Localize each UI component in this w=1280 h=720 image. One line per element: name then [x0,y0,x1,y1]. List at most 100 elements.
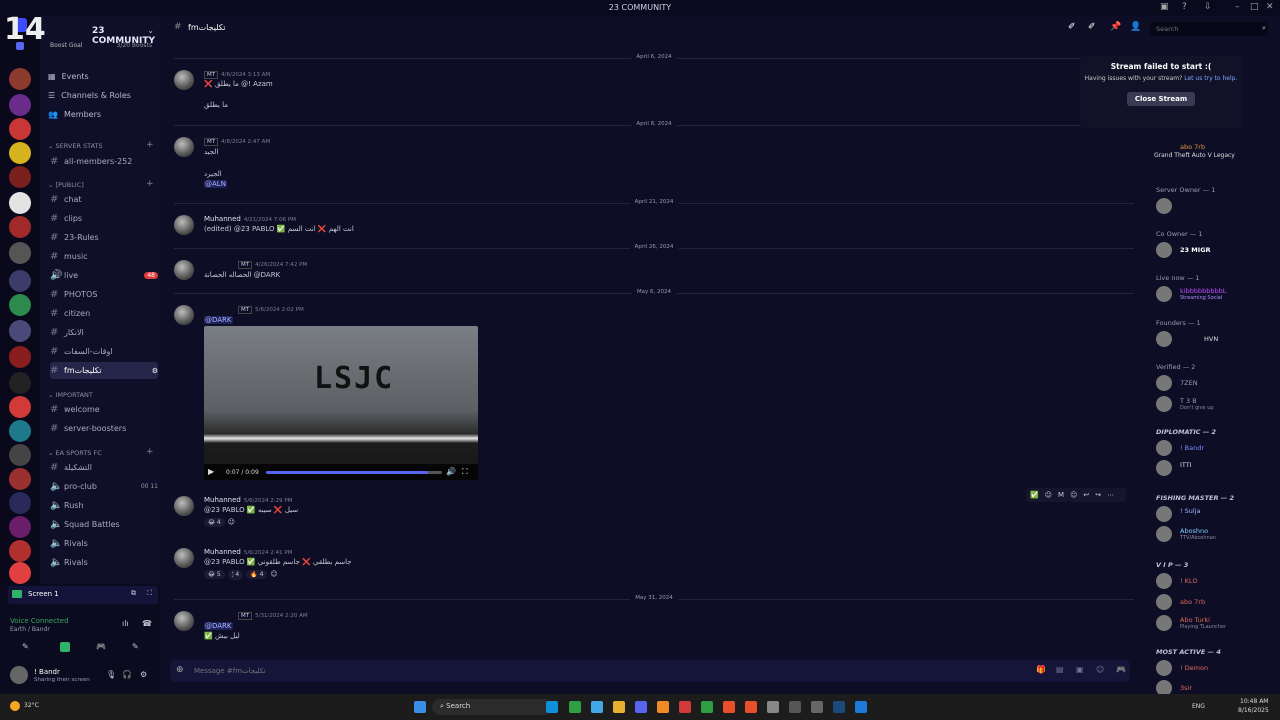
server-icon[interactable] [9,94,31,116]
nav-events[interactable]: ▦ Events [48,68,89,84]
weather-temp[interactable]: 32°C [24,702,39,709]
video-attachment[interactable]: LSJC ▶ 0:07 / 0:09 🔊 ⛶ [204,326,478,480]
emoji-icon[interactable]: ☺ [1045,491,1052,499]
channel-stats[interactable]: # all-members-252 [50,153,158,170]
server-icon[interactable] [9,192,31,214]
server-icon[interactable] [9,516,31,538]
app-icon[interactable] [679,701,691,713]
signal-icon[interactable]: ılı [122,619,129,628]
volume-icon[interactable]: 🔊 [446,467,456,476]
add-channel-icon[interactable]: + [146,447,154,457]
category-public[interactable]: ⌄ [PUBLIC] [48,181,84,189]
channel-squad-battles[interactable]: 🔈 Squad Battles [50,516,158,533]
reaction[interactable]: 🔥 4 [246,570,268,579]
taskbar-search[interactable]: ⌕ Search [432,699,552,715]
avatar[interactable] [174,611,194,631]
check-icon[interactable]: ✅ [1030,491,1039,499]
seek-bar[interactable] [266,471,442,474]
attach-plus-icon[interactable]: ⊕ [176,665,184,675]
member-item[interactable]: abo 7rb Grand Theft Auto V Legacy [1154,142,1278,160]
language-indicator[interactable]: ENG [1192,703,1205,710]
headphones-icon[interactable]: 🎧 [122,670,132,679]
server-icon[interactable] [9,346,31,368]
share-screen-icon[interactable] [60,642,70,652]
member-item[interactable]: Abo Turki Playing TLauncher [1156,615,1278,633]
forward-icon[interactable]: ↪ [1095,491,1101,499]
help-link[interactable]: Let us try to help. [1184,75,1237,82]
avatar[interactable] [174,496,194,516]
channel-live[interactable]: 🔊 live 48 [50,267,158,284]
avatar[interactable] [10,666,28,684]
channel-clips[interactable]: # clips [50,210,158,227]
camera-icon[interactable]: ✎ [22,642,29,651]
member-item[interactable]: T 3 B Don't give up [1156,396,1278,414]
apps-icon[interactable]: 🎮 [1116,665,1126,674]
reaction[interactable]: 🕯 4 [227,570,244,580]
screen-share-tile[interactable]: Screen 1 ⧉ ⛶ [8,586,158,604]
fullscreen-icon[interactable]: ⛶ [147,589,152,598]
avatar[interactable] [174,548,194,568]
server-icon[interactable] [9,118,31,140]
app-icon[interactable] [546,701,558,713]
member-item[interactable] [1156,198,1278,216]
server-icon[interactable] [9,216,31,238]
reaction[interactable]: 😂 5 [204,570,225,579]
add-reaction-icon[interactable]: ☺ [228,518,235,526]
member-item[interactable]: Aboshno TTV/Aboshnan [1156,526,1278,544]
nav-channels-roles[interactable]: ☰ Channels & Roles [48,87,131,103]
server-icon[interactable] [9,444,31,466]
app-icon[interactable] [701,701,713,713]
add-reaction-icon[interactable]: ☺ [270,570,277,578]
app-icon[interactable] [855,701,867,713]
server-icon[interactable] [9,540,31,562]
clock-date[interactable]: 8/16/2025 [1238,707,1269,714]
reaction[interactable]: 😂 4 [204,518,225,527]
server-icon[interactable] [9,142,31,164]
app-icon[interactable] [591,701,603,713]
channel-rules[interactable]: #23-Rules [50,229,158,246]
app-icon[interactable] [789,701,801,713]
server-icon[interactable] [9,68,31,90]
mention[interactable]: @ALN [204,180,227,188]
channel-welcome[interactable]: # welcome [50,401,158,418]
channel-chat[interactable]: # chat [50,191,158,208]
channel-music[interactable]: # music [50,248,158,265]
soundboard-icon[interactable]: ✎ [132,642,139,651]
channel-lineup[interactable]: # التشكيلة [50,459,158,476]
minimize-icon[interactable]: – [1235,2,1240,12]
channel-arabic-2[interactable]: # اوقات-السفات [50,343,158,360]
start-icon[interactable] [414,701,426,713]
reply-icon[interactable]: ↩ [1083,491,1089,499]
member-item[interactable]: 7ZEN [1156,375,1278,393]
channel-citizen[interactable]: # citizen [50,305,158,322]
message-input[interactable] [194,664,994,678]
avatar[interactable] [174,70,194,90]
nav-members[interactable]: 👥 Members [48,106,101,122]
chevron-down-icon[interactable]: ⌄ [147,26,154,35]
server-icon[interactable] [9,372,31,394]
server-icon[interactable] [9,166,31,188]
disconnect-icon[interactable]: ☎ [142,619,152,628]
member-item[interactable]: abo 7rb [1156,594,1278,612]
microphone-icon[interactable]: 🎙 [106,670,116,679]
role-icon[interactable]: M [1058,491,1064,499]
app-icon[interactable] [569,701,581,713]
avatar[interactable] [174,215,194,235]
inbox-icon[interactable]: ▣ [1160,2,1169,12]
weather-icon[interactable] [10,701,20,711]
add-channel-icon[interactable]: + [146,140,154,150]
server-icon[interactable] [9,320,31,342]
member-item[interactable]: ! Sulja [1156,506,1278,524]
mention[interactable]: @DARK [204,316,233,324]
download-icon[interactable]: ⇩ [1204,2,1212,12]
gif-icon[interactable]: ▤ [1056,665,1064,674]
mention[interactable]: @DARK [204,622,233,630]
help-icon[interactable]: ? [1182,2,1187,12]
channel-fm-active[interactable]: # fmتكليجات ⚙ [50,362,158,379]
search-input[interactable] [1150,22,1268,36]
member-item[interactable]: ! KLO [1156,573,1278,591]
app-icon[interactable] [723,701,735,713]
channel-pro-club[interactable]: 🔈 pro-club 00 11 [50,478,158,495]
member-item[interactable]: HVN [1156,331,1278,349]
reaction-icon[interactable]: ☺ [1070,491,1077,499]
